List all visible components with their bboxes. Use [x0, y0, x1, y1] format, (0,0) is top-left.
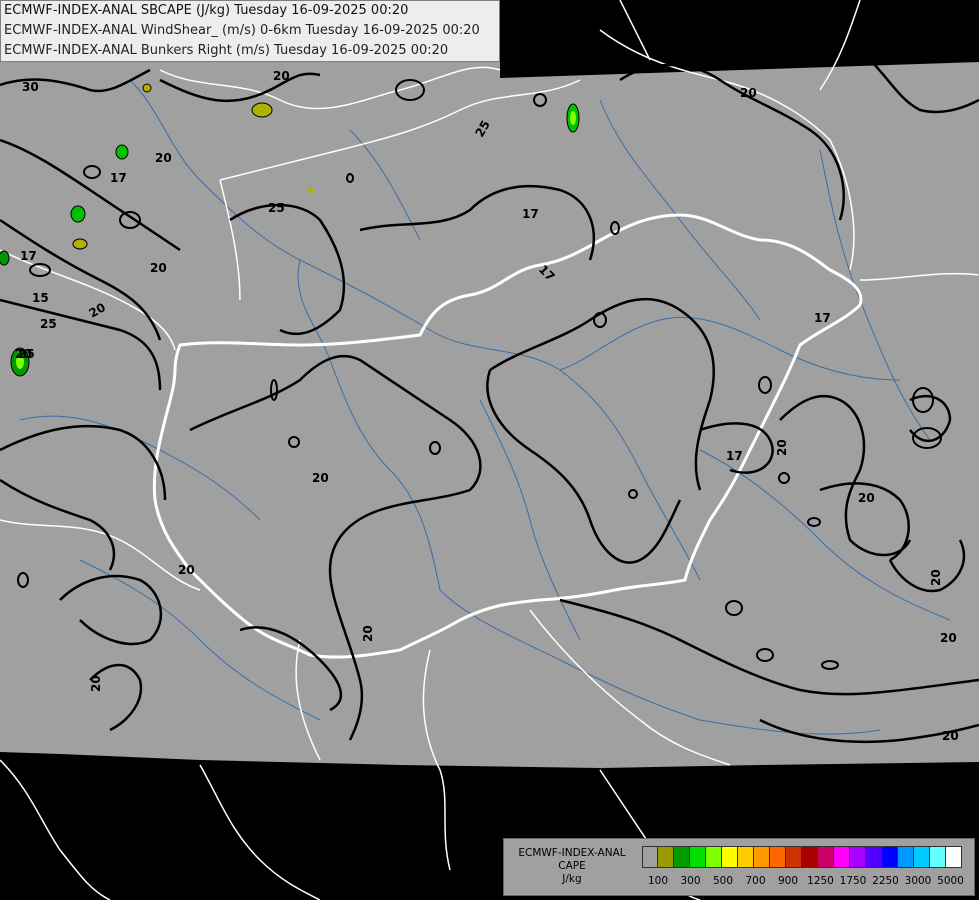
contour-label: 17	[110, 171, 127, 185]
legend-swatch	[658, 847, 674, 867]
legend-tick-label: 2250	[872, 875, 899, 887]
legend-tick-label: 1250	[807, 875, 834, 887]
legend-tick-label: 900	[777, 875, 799, 887]
map-canvas: 30 20 20 25 17 20 25 20 17 25 15 20 25 1…	[0, 0, 979, 900]
legend-color-scale	[642, 846, 962, 868]
legend-swatch	[722, 847, 738, 867]
legend-swatch	[802, 847, 818, 867]
header-title-bunkers: ECMWF-INDEX-ANAL Bunkers Right (m/s) Tue…	[4, 43, 449, 58]
contour-label: 17	[726, 449, 743, 463]
contour-label: 17	[522, 207, 539, 221]
legend-swatch	[914, 847, 930, 867]
contour-label: 20	[740, 86, 757, 100]
contour-label: 25	[40, 317, 57, 331]
contour-label: 15	[32, 291, 49, 305]
legend-title-line3: J/kg	[562, 873, 582, 885]
contour-label: 20	[858, 491, 875, 505]
legend-tick-label: 5000	[937, 875, 964, 887]
model-domain	[0, 0, 979, 768]
legend-tick-label: 300	[680, 875, 701, 887]
contour-label: 25	[268, 201, 285, 215]
map-root: 30 20 20 25 17 20 25 20 17 25 15 20 25 1…	[0, 0, 979, 900]
contour-label: 20	[361, 625, 375, 642]
legend-tick-label: 3000	[904, 875, 932, 887]
contour-label: 17	[20, 249, 37, 263]
legend-swatch	[898, 847, 914, 867]
legend-swatch	[866, 847, 882, 867]
contour-label: 20	[89, 675, 103, 692]
legend-swatch	[642, 847, 658, 867]
legend-swatch	[818, 847, 834, 867]
contour-label: 20	[940, 631, 957, 645]
contour-label: 17	[814, 311, 831, 325]
legend-tick-labels: 100 300 500 700 900 1250 1750 2250 3000 5000	[642, 875, 972, 889]
legend-title-line1: ECMWF-INDEX-ANAL	[518, 847, 626, 859]
legend-tick-label: 700	[745, 875, 766, 887]
legend-title-line2: CAPE	[558, 860, 586, 872]
contour-label: 20	[15, 347, 32, 361]
header-title-windshear: ECMWF-INDEX-ANAL WindShear_ (m/s) 0-6km …	[4, 23, 480, 38]
legend-tick-label: 100	[647, 875, 669, 887]
contour-label: 20	[273, 69, 290, 83]
legend-swatch	[834, 847, 850, 867]
contour-label: 20	[178, 563, 195, 577]
legend-swatch	[770, 847, 786, 867]
legend-swatch	[786, 847, 802, 867]
legend-swatch	[674, 847, 690, 867]
legend-swatch	[706, 847, 722, 867]
legend-title: ECMWF-INDEX-ANAL CAPE J/kg	[510, 847, 634, 886]
header-title-sbcape: ECMWF-INDEX-ANAL SBCAPE (J/kg) Tuesday 1…	[4, 3, 409, 18]
legend-swatch	[738, 847, 754, 867]
contour-label: 20	[312, 471, 329, 485]
legend-tick-label: 1750	[839, 875, 867, 887]
legend-swatch	[882, 847, 898, 867]
contour-label: 20	[775, 439, 789, 456]
contour-label: 20	[150, 261, 167, 275]
contour-label: 20	[929, 569, 943, 586]
cape-legend: ECMWF-INDEX-ANAL CAPE J/kg 100 300 500 700 9…	[503, 838, 975, 896]
contour-label: 30	[22, 80, 39, 94]
legend-swatch	[930, 847, 946, 867]
legend-tick-label: 500	[712, 875, 734, 887]
legend-swatch	[690, 847, 706, 867]
legend-swatch	[850, 847, 866, 867]
contour-label: 20	[942, 729, 959, 743]
legend-swatch	[946, 847, 962, 867]
legend-swatch	[754, 847, 770, 867]
contour-label: 20	[155, 151, 172, 165]
